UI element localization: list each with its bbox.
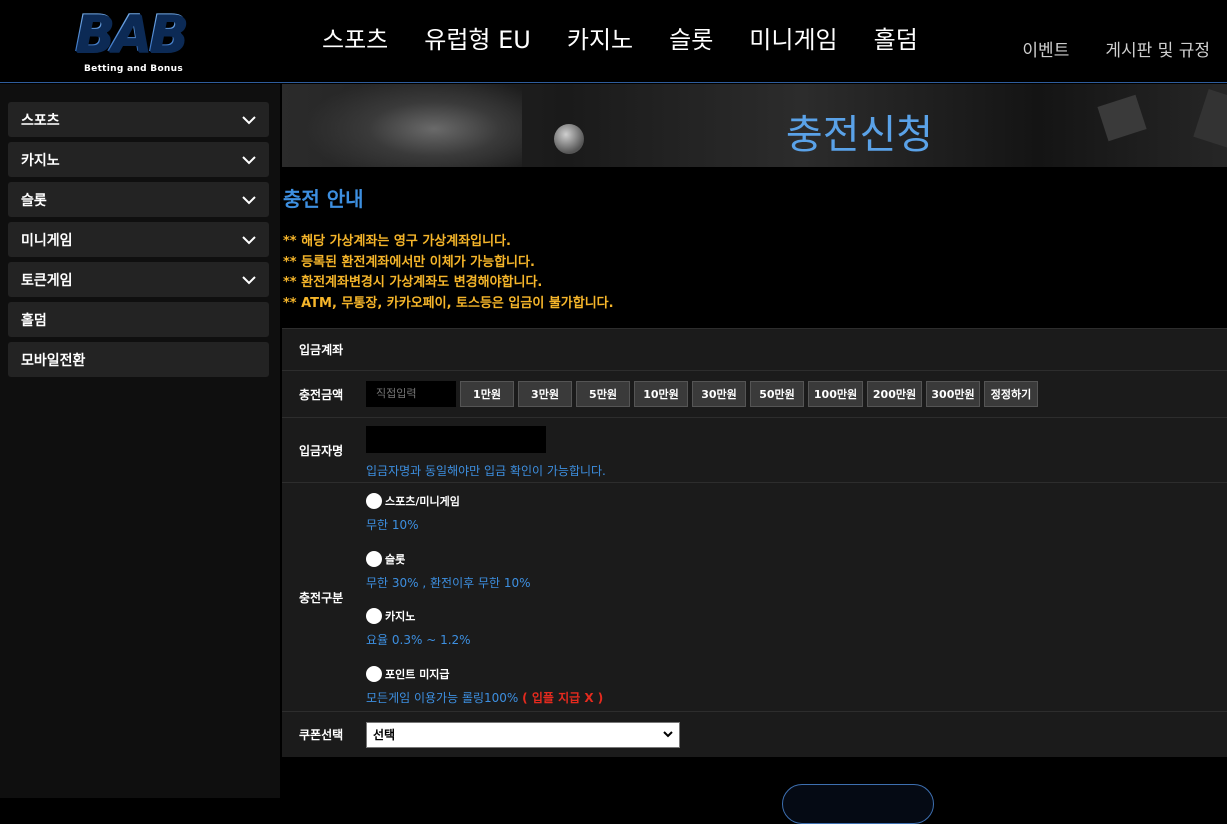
radio-button[interactable] [366,608,382,624]
nav-board-rules[interactable]: 게시판 및 규정 [1105,36,1210,61]
sidebar-item-holdem[interactable]: 홀덤 [8,302,269,337]
charge-type-label: 충전구분 [299,590,344,605]
site-logo[interactable]: BAB Betting and Bonus [74,6,196,76]
sidebar-item-label: 모바일전환 [21,352,86,369]
sidebar: 스포츠 카지노 슬롯 미니게임 토큰게임 홀덤 모바일전환 [0,84,280,798]
amount-label: 충전금액 [299,387,344,402]
nav-european-eu[interactable]: 유럽형 EU [424,23,531,57]
sidebar-item-label: 스포츠 [21,112,60,129]
amount-row: 충전금액 1만원 3만원 5만원 10만원 30만원 50만원 100만원 20… [282,370,1227,417]
amount-100k-button[interactable]: 10만원 [634,381,688,407]
info-title: 충전 안내 [283,187,364,211]
top-header: BAB Betting and Bonus 스포츠 유럽형 EU 카지노 슬롯 … [0,0,1227,83]
depositor-label: 입금자명 [299,443,344,458]
main-content: 충전신청 충전 안내 ** 해당 가상계좌는 영구 가상계좌입니다. ** 등록… [282,84,1227,824]
notice-line: ** 환전계좌변경시 가상계좌도 변경해야합니다. [283,275,543,290]
chevron-down-icon [242,235,256,244]
sidebar-item-label: 슬롯 [21,192,47,209]
radio-button[interactable] [366,493,382,509]
sidebar-item-label: 홀덤 [21,312,47,329]
sidebar-item-minigame[interactable]: 미니게임 [8,222,269,257]
amount-input[interactable] [366,381,456,407]
depositor-name-input[interactable] [366,426,546,453]
option-desc: 모든게임 이용가능 롤링100% ( 입플 지급 X ) [366,689,1227,706]
submit-button[interactable] [782,784,934,824]
sidebar-item-label: 토큰게임 [21,272,73,289]
notice-line: ** ATM, 무통장, 카카오페이, 토스등은 입금이 불가합니다. [283,295,614,311]
option-warning: ( 입플 지급 X ) [522,690,604,705]
notice-line: ** 해당 가상계좌는 영구 가상계좌입니다. [283,234,511,249]
chevron-down-icon [242,195,256,204]
option-desc: 무한 10% [366,518,419,532]
sidebar-item-label: 미니게임 [21,232,73,249]
nav-minigame[interactable]: 미니게임 [749,23,837,57]
main-nav: 스포츠 유럽형 EU 카지노 슬롯 미니게임 홀덤 [322,23,954,57]
deposit-form: 입금계좌 충전금액 1만원 3만원 5만원 10만원 30만원 50만원 100… [282,328,1227,757]
chevron-down-icon [663,731,673,738]
amount-1m-button[interactable]: 100만원 [808,381,863,407]
amount-2m-button[interactable]: 200만원 [867,381,922,407]
charge-type-option: 카지노 요율 0.3% ~ 1.2% [366,608,1227,666]
coupon-select[interactable]: 선택 [366,721,680,748]
amount-300k-button[interactable]: 30만원 [692,381,746,407]
amount-reset-button[interactable]: 정정하기 [984,381,1038,407]
sidebar-item-token-game[interactable]: 토큰게임 [8,262,269,297]
option-name: 슬롯 [385,552,406,566]
nav-casino[interactable]: 카지노 [567,23,633,57]
option-desc: 요율 0.3% ~ 1.2% [366,633,471,647]
charge-type-option: 포인트 미지급 모든게임 이용가능 롤링100% ( 입플 지급 X ) [366,665,1227,724]
sidebar-item-label: 카지노 [21,152,60,169]
amount-500k-button[interactable]: 50만원 [750,381,804,407]
account-row: 입금계좌 [282,328,1227,370]
amount-3m-button[interactable]: 300만원 [926,381,980,407]
amount-10k-button[interactable]: 1만원 [460,381,514,407]
page-title: 충전신청 [785,112,934,158]
nav-sports[interactable]: 스포츠 [322,23,388,57]
account-label: 입금계좌 [299,343,344,357]
chevron-down-icon [242,115,256,124]
option-name: 스포츠/미니게임 [385,495,460,508]
option-name: 포인트 미지급 [385,667,450,681]
charge-type-row: 충전구분 스포츠/미니게임 무한 10% 슬롯 무한 30% , 환전이후 무한… [282,482,1227,711]
sidebar-item-sports[interactable]: 스포츠 [8,102,269,137]
radio-button[interactable] [366,550,382,567]
nav-slot[interactable]: 슬롯 [669,23,713,57]
logo-mark: BAB [74,6,196,62]
sidebar-item-mobile-switch[interactable]: 모바일전환 [8,342,269,377]
amount-30k-button[interactable]: 3만원 [518,381,572,407]
depositor-row: 입금자명 입금자명과 동일해야만 입금 확인이 가능합니다. [282,417,1227,482]
radio-button[interactable] [366,665,382,682]
account-value [362,329,1227,370]
logo-subtitle: Betting and Bonus [84,64,184,74]
notice-line: ** 등록된 환전계좌에서만 이체가 가능합니다. [283,254,535,270]
coupon-label: 쿠폰선택 [299,728,344,742]
sub-nav: 이벤트 게시판 및 규정 [986,36,1210,61]
charge-type-option: 스포츠/미니게임 무한 10% [366,493,1227,551]
chevron-down-icon [242,275,256,284]
notice-list: ** 해당 가상계좌는 영구 가상계좌입니다. ** 등록된 환전계좌에서만 이… [283,232,1227,314]
chevron-down-icon [242,155,256,164]
sidebar-item-casino[interactable]: 카지노 [8,142,269,177]
amount-50k-button[interactable]: 5만원 [576,381,630,407]
charge-type-option: 슬롯 무한 30% , 환전이후 무한 10% [366,550,1227,609]
depositor-hint: 입금자명과 동일해야만 입금 확인이 가능합니다. [366,464,606,478]
nav-event[interactable]: 이벤트 [1022,36,1069,61]
nav-holdem[interactable]: 홀덤 [874,23,918,57]
option-name: 카지노 [385,610,416,623]
option-desc-text: 모든게임 이용가능 롤링100% [366,690,519,705]
page-banner: 충전신청 [282,84,1227,167]
sidebar-item-slot[interactable]: 슬롯 [8,182,269,217]
coupon-selected-value: 선택 [373,728,396,742]
option-desc: 무한 30% , 환전이후 무한 10% [366,575,531,590]
